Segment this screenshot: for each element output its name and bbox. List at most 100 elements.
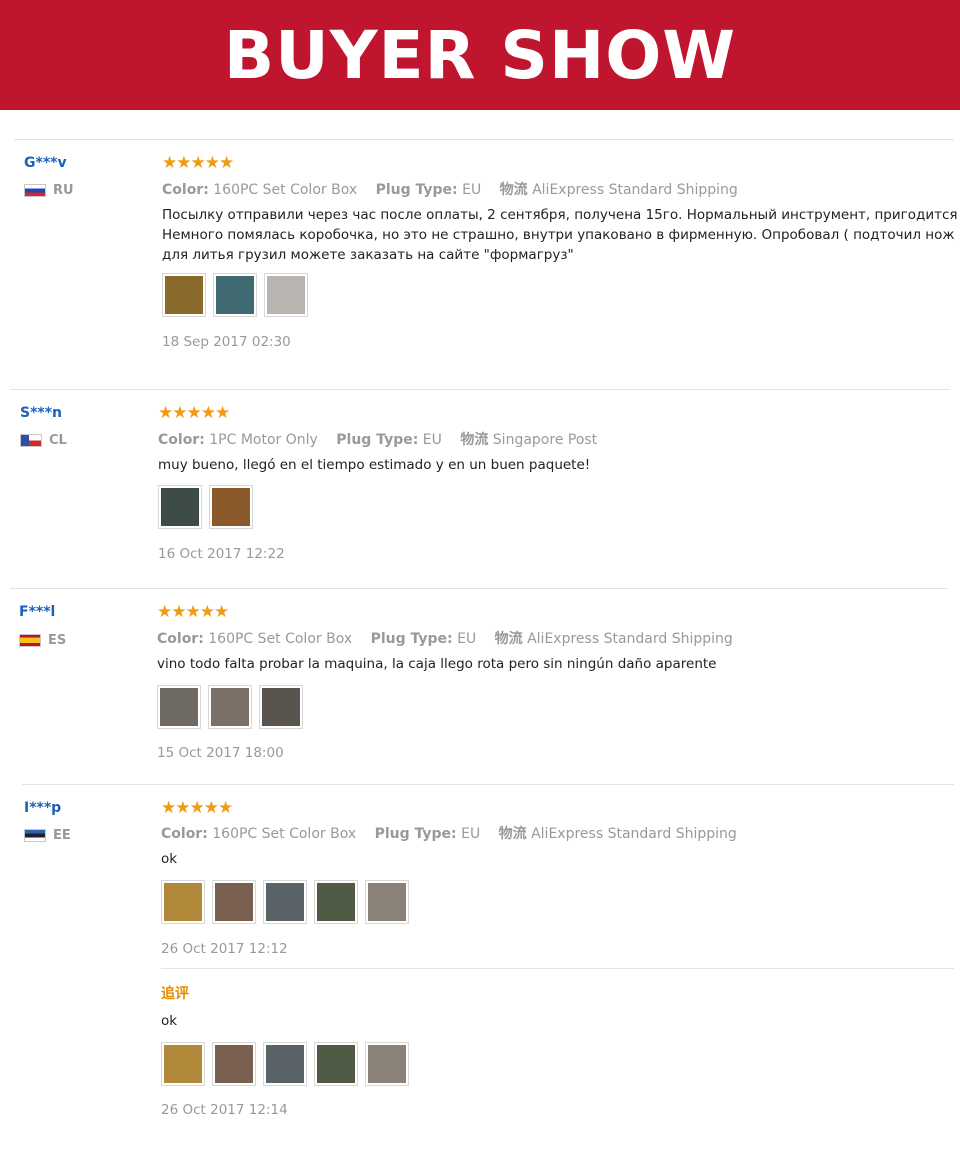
flag-icon — [24, 184, 46, 197]
plug-label: Plug Type: — [370, 631, 453, 647]
review-photo[interactable] — [208, 685, 252, 729]
review-photo[interactable] — [209, 485, 253, 529]
star-rating: ★★★★★ — [158, 403, 230, 423]
photo-thumbnails — [157, 685, 303, 729]
review-photo[interactable] — [162, 273, 206, 317]
review-line: Немного помялась коробочка, но это не ст… — [162, 227, 960, 243]
reviewer-name[interactable]: G***v — [24, 155, 67, 171]
plug-value: EU — [457, 631, 477, 647]
review-photo[interactable] — [259, 685, 303, 729]
followup-text: ok — [161, 1011, 177, 1031]
review-photo[interactable] — [158, 485, 202, 529]
photo-thumbnails — [158, 485, 253, 529]
followup-label: 追评 — [161, 986, 189, 1002]
order-info: Color: 160PC Set Color Box Plug Type: EU… — [162, 179, 738, 199]
shipping-label: 物流 — [498, 826, 527, 842]
reviewer-name[interactable]: I***p — [24, 800, 61, 816]
review-text: muy bueno, llegó en el tiempo estimado y… — [158, 455, 590, 475]
review-date: 18 Sep 2017 02:30 — [162, 334, 291, 350]
star-rating: ★★★★★ — [157, 602, 229, 622]
star-rating: ★★★★★ — [162, 153, 234, 173]
review-line: Посылку отправили через час после оплаты… — [162, 207, 960, 223]
plug-value: EU — [461, 826, 481, 842]
color-label: Color: — [158, 432, 205, 448]
review-divider — [14, 139, 954, 140]
color-value: 1PC Motor Only — [209, 432, 318, 448]
review-photo[interactable] — [263, 880, 307, 924]
reviewer-name[interactable]: F***l — [19, 604, 55, 620]
order-info: Color: 1PC Motor Only Plug Type: EU 物流 S… — [158, 429, 597, 449]
photo-thumbnails — [161, 880, 409, 924]
review-photo[interactable] — [161, 1042, 205, 1086]
review-divider — [10, 389, 950, 390]
color-value: 160PC Set Color Box — [208, 631, 353, 647]
review-photo[interactable] — [314, 1042, 358, 1086]
buyer-show-banner: BUYER SHOW — [0, 0, 960, 110]
country-code: RU — [53, 183, 74, 198]
plug-value: EU — [462, 182, 482, 198]
stars-icon: ★★★★★ — [161, 798, 233, 818]
review-line: muy bueno, llegó en el tiempo estimado y… — [158, 457, 591, 473]
reviewer-country: RU — [24, 183, 74, 198]
star-rating: ★★★★★ — [161, 798, 233, 818]
flag-icon — [20, 434, 42, 447]
color-label: Color: — [162, 182, 209, 198]
review-divider — [10, 588, 948, 589]
flag-icon — [24, 829, 46, 842]
shipping-value: AliExpress Standard Shipping — [531, 826, 737, 842]
review-photo[interactable] — [365, 1042, 409, 1086]
shipping-value: AliExpress Standard Shipping — [527, 631, 733, 647]
color-value: 160PC Set Color Box — [213, 182, 358, 198]
review-line: ok — [161, 1013, 178, 1029]
country-code: CL — [49, 433, 67, 448]
country-code: EE — [53, 828, 71, 843]
shipping-value: AliExpress Standard Shipping — [532, 182, 738, 198]
review-photo[interactable] — [263, 1042, 307, 1086]
review-line: ok — [161, 851, 178, 867]
flag-icon — [19, 634, 41, 647]
review-photo[interactable] — [157, 685, 201, 729]
stars-icon: ★★★★★ — [157, 602, 229, 622]
review-photo[interactable] — [161, 880, 205, 924]
banner-title: BUYER SHOW — [223, 16, 737, 94]
shipping-label: 物流 — [460, 432, 489, 448]
followup-photo-thumbnails — [161, 1042, 409, 1086]
order-info: Color: 160PC Set Color Box Plug Type: EU… — [161, 823, 737, 843]
review-text: Посылку отправили через час после оплаты… — [162, 205, 960, 265]
plug-label: Plug Type: — [336, 432, 419, 448]
stars-icon: ★★★★★ — [162, 153, 234, 173]
followup-date: 26 Oct 2017 12:14 — [161, 1102, 288, 1118]
review-photo[interactable] — [365, 880, 409, 924]
review-date: 16 Oct 2017 12:22 — [158, 546, 285, 562]
stars-icon: ★★★★★ — [158, 403, 230, 423]
photo-thumbnails — [162, 273, 308, 317]
followup-divider — [161, 968, 954, 969]
color-label: Color: — [157, 631, 204, 647]
review-divider — [22, 784, 954, 785]
reviewer-name[interactable]: S***n — [20, 405, 62, 421]
review-photo[interactable] — [314, 880, 358, 924]
review-date: 15 Oct 2017 18:00 — [157, 745, 284, 761]
review-date: 26 Oct 2017 12:12 — [161, 941, 288, 957]
color-value: 160PC Set Color Box — [212, 826, 357, 842]
color-label: Color: — [161, 826, 208, 842]
review-photo[interactable] — [213, 273, 257, 317]
plug-value: EU — [422, 432, 442, 448]
review-line: vino todo falta probar la maquina, la ca… — [157, 656, 717, 672]
shipping-label: 物流 — [494, 631, 523, 647]
reviewer-country: EE — [24, 828, 71, 843]
reviewer-country: ES — [19, 633, 66, 648]
plug-label: Plug Type: — [374, 826, 457, 842]
shipping-label: 物流 — [499, 182, 528, 198]
review-photo[interactable] — [264, 273, 308, 317]
order-info: Color: 160PC Set Color Box Plug Type: EU… — [157, 628, 733, 648]
review-text: vino todo falta probar la maquina, la ca… — [157, 654, 717, 674]
review-photo[interactable] — [212, 880, 256, 924]
country-code: ES — [48, 633, 67, 648]
plug-label: Plug Type: — [375, 182, 458, 198]
review-photo[interactable] — [212, 1042, 256, 1086]
shipping-value: Singapore Post — [492, 432, 598, 448]
reviewer-country: CL — [20, 433, 67, 448]
review-line: для литья грузил можете заказать на сайт… — [162, 247, 574, 263]
review-text: ok — [161, 849, 177, 869]
